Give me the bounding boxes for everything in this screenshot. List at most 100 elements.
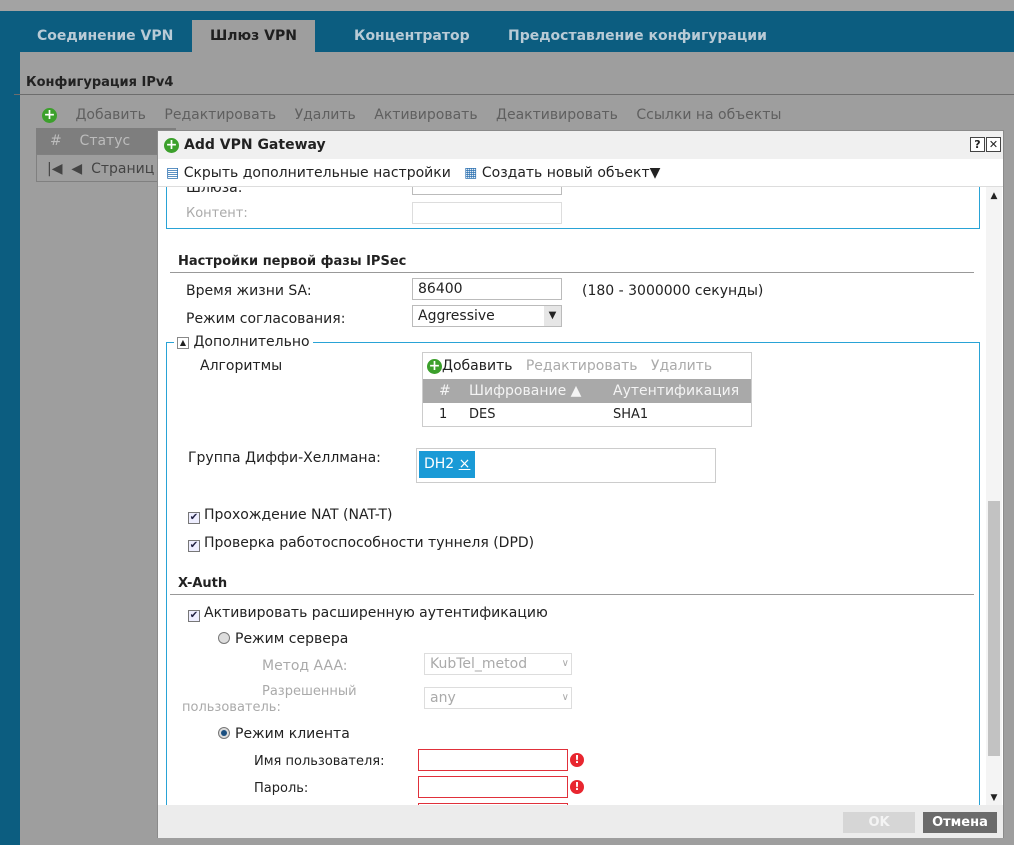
hide-advanced-button[interactable]: Скрыть дополнительные настройки: [184, 165, 451, 181]
bg-activate-button[interactable]: Активировать: [374, 107, 477, 123]
ok-button[interactable]: OK: [843, 812, 915, 833]
aaa-method-select[interactable]: KubTel_metod ∨: [424, 653, 572, 675]
phase1-title: Настройки первой фазы IPSec: [178, 254, 407, 269]
dialog-title: Add VPN Gateway: [184, 137, 326, 153]
gateway-box: [166, 187, 980, 229]
alg-edit-button[interactable]: Редактировать: [526, 358, 638, 374]
password-input[interactable]: [418, 776, 568, 798]
algorithms-table: + Добавить Редактировать Удалить # Шифров…: [422, 352, 752, 427]
add-icon: +: [427, 357, 442, 374]
xauth-enable-checkbox[interactable]: ✔ Активировать расширенную аутентификацию: [188, 605, 548, 622]
sa-lifetime-input[interactable]: 86400: [412, 278, 562, 300]
xauth-enable-label: Активировать расширенную аутентификацию: [204, 605, 548, 621]
alg-delete-button[interactable]: Удалить: [651, 358, 712, 374]
xauth-title: X-Auth: [178, 576, 228, 591]
bg-object-refs-button[interactable]: Ссылки на объекты: [636, 107, 781, 123]
gateway-field[interactable]: [412, 187, 562, 195]
top-bar: [0, 0, 1014, 11]
advanced-legend-label: Дополнительно: [193, 334, 310, 350]
dh-group-field[interactable]: DH2 ×: [416, 448, 716, 483]
dh-group-label: Группа Диффи-Хеллмана:: [188, 450, 381, 466]
add-icon: +: [164, 137, 179, 153]
nat-t-checkbox[interactable]: ✔ Прохождение NAT (NAT-T): [188, 507, 393, 524]
bg-edit-button[interactable]: Редактировать: [164, 107, 276, 123]
aaa-method-value: KubTel_metod: [430, 656, 528, 672]
divider: [14, 94, 1014, 95]
allowed-user-label: Разрешенный: [262, 684, 357, 699]
allowed-user-select[interactable]: any ∨: [424, 687, 572, 709]
checkbox-icon[interactable]: ✔: [188, 610, 200, 622]
dpd-checkbox[interactable]: ✔ Проверка работоспособности туннеля (DPD…: [188, 535, 534, 552]
alg-table-header: # Шифрование ▲ Аутентификация: [423, 379, 751, 403]
col-authentication[interactable]: Аутентификация: [613, 379, 739, 403]
client-mode-radio[interactable]: Режим клиента: [218, 726, 350, 742]
dpd-label: Проверка работоспособности туннеля (DPD): [204, 535, 535, 551]
bg-table-header: # Статус: [36, 128, 176, 154]
negotiation-label: Режим согласования:: [186, 311, 346, 327]
aaa-method-label: Метод AAA:: [262, 658, 348, 674]
scrollbar-thumb[interactable]: [988, 501, 1000, 756]
radio-icon[interactable]: [218, 727, 230, 739]
gateway-label: Шлюза:: [186, 187, 243, 196]
table-row[interactable]: 1 DES SHA1: [423, 403, 751, 426]
sa-lifetime-hint: (180 - 3000000 секунды): [582, 283, 764, 299]
negotiation-select[interactable]: Aggressive ▼: [412, 305, 562, 327]
pager-label: Страниц: [91, 161, 155, 177]
dh-tag: DH2 ×: [419, 451, 476, 478]
chevron-down-icon: ▼: [544, 306, 561, 326]
password-label: Пароль:: [254, 781, 309, 796]
row-authentication: SHA1: [613, 407, 649, 422]
remove-tag-icon[interactable]: ×: [459, 456, 471, 472]
create-object-menu[interactable]: Создать новый объект▼: [482, 165, 661, 181]
col-encryption[interactable]: Шифрование ▲: [469, 379, 581, 403]
content-field[interactable]: [412, 202, 562, 224]
col-status: Статус: [79, 133, 131, 149]
chevron-down-icon: ∨: [561, 692, 569, 703]
cancel-button[interactable]: Отмена: [923, 812, 997, 833]
allowed-user-value: any: [430, 690, 456, 706]
username-label: Имя пользователя:: [254, 754, 385, 769]
left-strip: [0, 52, 20, 845]
divider: [170, 272, 974, 273]
content-label: Контент:: [186, 206, 248, 221]
col-number: #: [50, 133, 62, 149]
col-number: #: [439, 383, 451, 399]
collapse-icon[interactable]: ▲: [177, 337, 189, 349]
bg-pager: |◀ ◀ Страниц: [36, 154, 176, 182]
close-button[interactable]: ✕: [986, 137, 1001, 152]
add-icon: +: [42, 106, 57, 123]
bg-delete-button[interactable]: Удалить: [295, 107, 356, 123]
error-icon: !: [570, 753, 584, 767]
chevron-down-icon: ∨: [561, 658, 569, 669]
prev-page-icon[interactable]: ◀: [71, 161, 82, 177]
divider: [170, 594, 974, 595]
dialog-scroll-area: Шлюза: Контент: Настройки первой фазы IP…: [158, 187, 1003, 805]
checkbox-icon[interactable]: ✔: [188, 512, 200, 524]
sa-lifetime-label: Время жизни SA:: [186, 283, 312, 299]
server-mode-radio[interactable]: Режим сервера: [218, 631, 348, 647]
advanced-legend[interactable]: ▲ Дополнительно: [174, 334, 313, 350]
first-page-icon[interactable]: |◀: [47, 161, 62, 177]
alg-add-button[interactable]: Добавить: [442, 358, 512, 374]
tab-vpn-gateway[interactable]: Шлюз VPN: [192, 20, 315, 52]
bg-add-button[interactable]: Добавить: [75, 107, 145, 123]
background-toolbar: + Добавить Редактировать Удалить Активир…: [36, 102, 1014, 128]
radio-icon[interactable]: [218, 632, 230, 644]
bg-deactivate-button[interactable]: Деактивировать: [496, 107, 618, 123]
new-object-icon: ▦: [464, 165, 478, 181]
tab-concentrator[interactable]: Концентратор: [354, 20, 470, 52]
allowed-user-label-2: пользователь:: [182, 700, 281, 715]
tab-vpn-connection[interactable]: Соединение VPN: [37, 20, 173, 52]
checkbox-icon[interactable]: ✔: [188, 540, 200, 552]
negotiation-value: Aggressive: [418, 308, 495, 324]
row-number: 1: [439, 407, 448, 422]
username-input[interactable]: [418, 749, 568, 771]
help-button[interactable]: ?: [970, 137, 985, 152]
dh-tag-label: DH2: [424, 456, 455, 472]
section-title: Конфигурация IPv4: [26, 75, 174, 90]
dialog-toolbar: ▤ Скрыть дополнительные настройки ▦ Созд…: [158, 159, 1003, 187]
error-icon: !: [570, 780, 584, 794]
nat-t-label: Прохождение NAT (NAT-T): [204, 507, 393, 523]
tab-config-provisioning[interactable]: Предоставление конфигурации: [508, 20, 767, 52]
algorithms-label: Алгоритмы: [200, 358, 283, 374]
